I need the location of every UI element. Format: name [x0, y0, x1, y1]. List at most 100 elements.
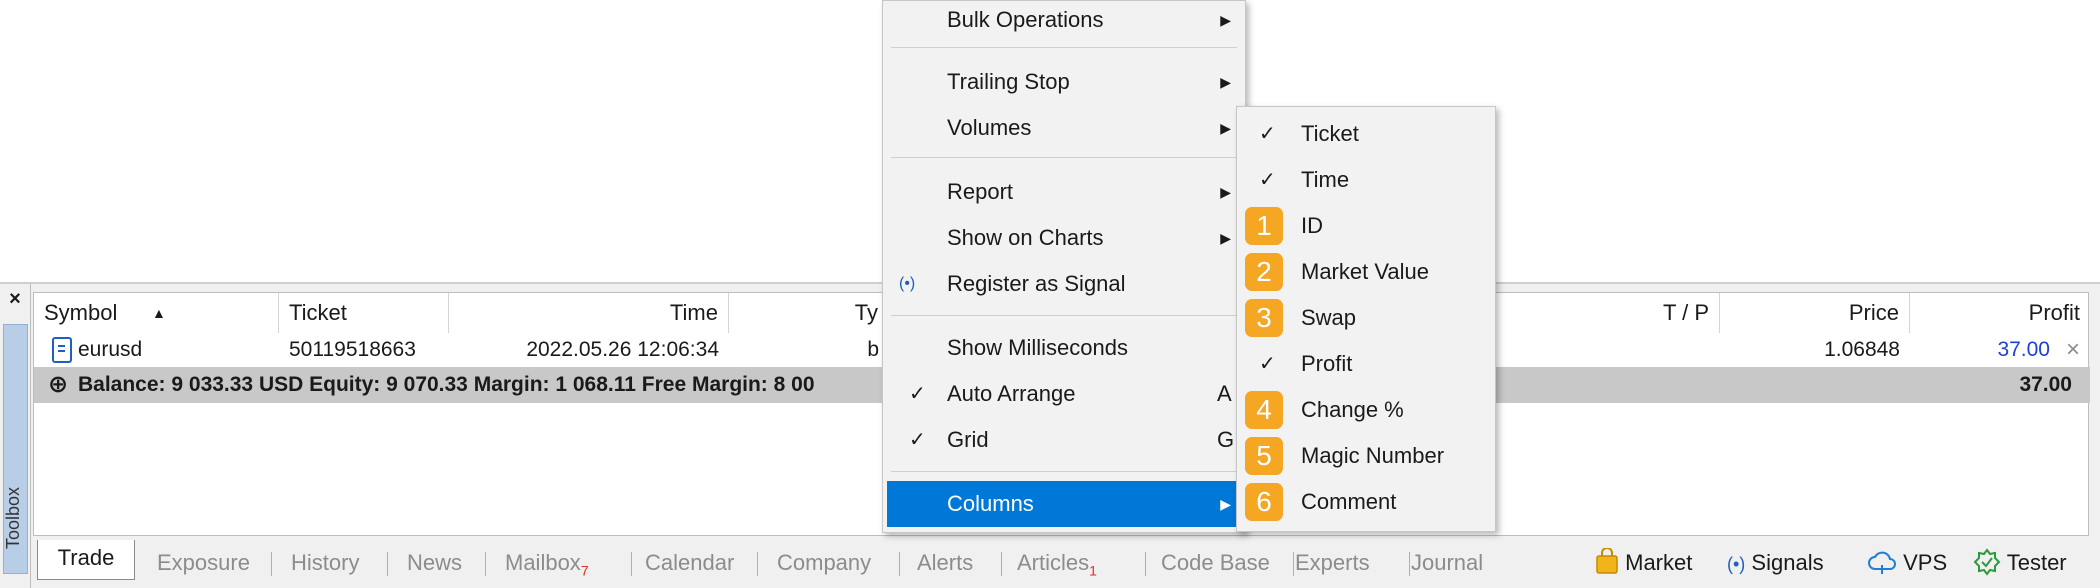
cell-symbol: eurusd — [78, 338, 143, 361]
number-badge: 6 — [1245, 483, 1283, 521]
mailbox-count-badge: 7 — [580, 562, 589, 579]
market-link[interactable]: Market — [1595, 546, 1692, 580]
menu-divider — [891, 315, 1237, 316]
submenu-item-label: Magic Number — [1301, 443, 1445, 468]
cell-type: b — [867, 338, 879, 361]
tab-journal[interactable]: Journal — [1411, 546, 1483, 580]
cell-price: 1.06848 — [1824, 338, 1900, 361]
column-header-symbol[interactable]: Symbol ▲ — [34, 293, 279, 333]
submenu-item-label: Change % — [1301, 397, 1404, 422]
column-header-profit[interactable]: Profit — [1910, 293, 2090, 333]
submenu-item-profit[interactable]: ✓ Profit — [1241, 341, 1491, 387]
tab-label: Articles — [1017, 550, 1090, 575]
tab-trade[interactable]: Trade — [37, 540, 135, 580]
menu-item-report[interactable]: Report ▶ — [887, 171, 1241, 213]
submenu-item-swap[interactable]: 3 Swap — [1241, 295, 1491, 341]
submenu-item-ticket[interactable]: ✓ Ticket — [1241, 111, 1491, 157]
menu-item-show-on-charts[interactable]: Show on Charts ▶ — [887, 217, 1241, 259]
cloud-icon — [1868, 551, 1896, 574]
menu-item-label: Volumes — [947, 115, 1032, 140]
toolbox-sidebar: × Toolbox — [0, 284, 31, 588]
shopping-bag-icon — [1596, 547, 1618, 574]
submenu-arrow-icon: ▶ — [1220, 12, 1231, 28]
menu-item-label: Show on Charts — [947, 225, 1104, 250]
checkmark-icon: ✓ — [1259, 353, 1276, 375]
tab-calendar[interactable]: Calendar — [645, 546, 734, 580]
submenu-item-magic-number[interactable]: 5 Magic Number — [1241, 433, 1491, 479]
tab-history[interactable]: History — [291, 546, 359, 580]
column-header-time[interactable]: Time — [449, 293, 729, 333]
tab-news[interactable]: News — [407, 546, 462, 580]
menu-item-grid[interactable]: ✓ Grid G — [887, 419, 1241, 461]
menu-item-register-signal[interactable]: (•) Register as Signal — [887, 263, 1241, 305]
cell-ticket: 50119518663 — [289, 338, 416, 361]
signal-broadcast-icon: (•) — [899, 275, 916, 292]
submenu-item-market-value[interactable]: 2 Market Value — [1241, 249, 1491, 295]
tab-company[interactable]: Company — [777, 546, 871, 580]
menu-hotkey: A — [1217, 381, 1232, 406]
number-badge: 4 — [1245, 391, 1283, 429]
tab-divider — [271, 552, 272, 576]
submenu-item-change[interactable]: 4 Change % — [1241, 387, 1491, 433]
submenu-arrow-icon: ▶ — [1220, 120, 1231, 136]
column-header-label: Symbol — [44, 300, 118, 325]
balance-profit: 37.00 — [2019, 373, 2072, 396]
submenu-item-label: ID — [1301, 213, 1323, 238]
menu-item-columns[interactable]: Columns ▶ — [887, 481, 1241, 527]
tab-divider — [1409, 552, 1410, 576]
tab-divider — [387, 552, 388, 576]
context-menu: Bulk Operations ▶ Trailing Stop ▶ Volume… — [882, 0, 1246, 533]
tab-exposure[interactable]: Exposure — [157, 546, 250, 580]
menu-item-label: Report — [947, 179, 1014, 204]
column-header-price[interactable]: Price — [1720, 293, 1910, 333]
tab-divider — [899, 552, 900, 576]
close-position-icon[interactable]: × — [2056, 333, 2090, 367]
column-header-tp[interactable]: T / P — [1494, 293, 1720, 333]
menu-item-label: Grid — [947, 427, 989, 452]
submenu-item-time[interactable]: ✓ Time — [1241, 157, 1491, 203]
tab-mailbox[interactable]: Mailbox7 — [505, 546, 589, 580]
tab-experts[interactable]: Experts — [1295, 546, 1370, 580]
submenu-item-label: Comment — [1301, 489, 1397, 514]
tab-alerts[interactable]: Alerts — [917, 546, 973, 580]
menu-item-label: Auto Arrange — [947, 381, 1076, 406]
menu-item-label: Show Milliseconds — [947, 335, 1128, 360]
menu-item-auto-arrange[interactable]: ✓ Auto Arrange A — [887, 373, 1241, 415]
vps-link[interactable]: VPS — [1867, 546, 1947, 580]
checkmark-icon: ✓ — [909, 383, 926, 405]
menu-item-volumes[interactable]: Volumes ▶ — [887, 107, 1241, 149]
submenu-item-label: Swap — [1301, 305, 1357, 330]
submenu-arrow-icon: ▶ — [1220, 184, 1231, 200]
column-header-type[interactable]: Ty — [729, 293, 889, 333]
menu-item-trailing-stop[interactable]: Trailing Stop ▶ — [887, 61, 1241, 103]
menu-item-bulk-operations[interactable]: Bulk Operations ▶ — [887, 0, 1241, 41]
submenu-arrow-icon: ▶ — [1220, 496, 1231, 512]
tab-divider — [1001, 552, 1002, 576]
menu-item-show-milliseconds[interactable]: Show Milliseconds — [887, 327, 1241, 369]
tab-articles[interactable]: Articles1 — [1017, 546, 1097, 580]
tab-divider — [485, 552, 486, 576]
tab-divider — [631, 552, 632, 576]
column-header-ticket[interactable]: Ticket — [279, 293, 449, 333]
submenu-item-label: Market Value — [1301, 259, 1429, 284]
tester-link[interactable]: Tester — [1973, 546, 2067, 580]
signals-link[interactable]: (•) Signals — [1727, 546, 1824, 580]
menu-item-label: Register as Signal — [947, 271, 1126, 296]
submenu-item-label: Profit — [1301, 351, 1353, 376]
market-label: Market — [1625, 550, 1693, 575]
menu-divider — [891, 471, 1237, 472]
signals-label: Signals — [1751, 550, 1824, 575]
submenu-item-id[interactable]: 1 ID — [1241, 203, 1491, 249]
signal-broadcast-icon: (•) — [1727, 554, 1746, 574]
tab-divider — [757, 552, 758, 576]
tab-code-base[interactable]: Code Base — [1161, 546, 1270, 580]
close-icon[interactable]: × — [4, 288, 26, 310]
submenu-item-comment[interactable]: 6 Comment — [1241, 479, 1491, 525]
checkmark-icon: ✓ — [1259, 123, 1276, 145]
submenu-arrow-icon: ▶ — [1220, 74, 1231, 90]
menu-divider — [891, 47, 1237, 48]
number-badge: 5 — [1245, 437, 1283, 475]
toolbox-label: Toolbox — [3, 486, 23, 549]
tester-gear-icon — [1973, 548, 2001, 576]
menu-hotkey: G — [1217, 427, 1235, 452]
